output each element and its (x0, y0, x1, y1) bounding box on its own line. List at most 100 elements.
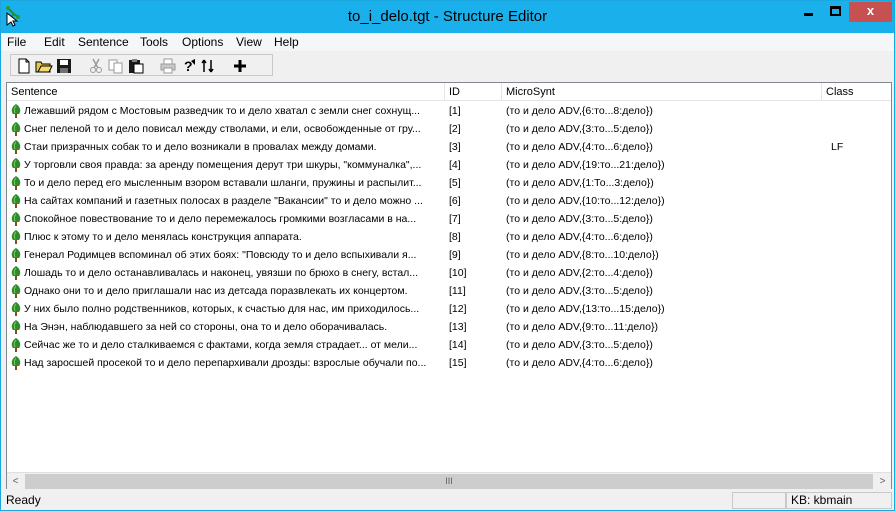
switch-icon[interactable] (199, 57, 217, 75)
table-row[interactable]: Однако они то и дело приглашали нас из д… (7, 282, 891, 300)
cell-id: [11] (449, 285, 466, 297)
window-title: to_i_delo.tgt - Structure Editor (347, 8, 548, 25)
table-row[interactable]: Стаи призрачных собак то и дело возникал… (7, 138, 891, 156)
cut-scissors-icon[interactable] (87, 57, 105, 75)
minimize-button[interactable] (795, 2, 822, 22)
cell-sentence: Над заросшей просекой то и дело перепарх… (24, 357, 427, 369)
tree-icon (10, 355, 22, 371)
column-header-microsynt[interactable]: MicroSynt (502, 83, 822, 101)
cell-sentence: Генерал Родимцев вспоминал об этих боях:… (24, 249, 417, 261)
status-text: Ready (6, 493, 41, 507)
toolbar-group: ? (10, 54, 273, 76)
tree-icon (10, 265, 22, 281)
maximize-icon (830, 6, 841, 16)
sentence-list-view[interactable]: Sentence ID MicroSynt Class Лежавший ряд… (6, 82, 892, 489)
add-plus-icon[interactable] (231, 57, 249, 75)
tree-icon (10, 121, 22, 137)
table-row[interactable]: У торговли своя правда: за аренду помеще… (7, 156, 891, 174)
cell-microsynt: (то и дело ADV,{3:то...5:дело}) (506, 123, 653, 135)
menu-help[interactable]: Help (274, 35, 299, 49)
cell-id: [7] (449, 213, 461, 225)
tree-icon (10, 283, 22, 299)
table-row[interactable]: Над заросшей просекой то и дело перепарх… (7, 354, 891, 372)
cell-microsynt: (то и дело ADV,{3:то...5:дело}) (506, 339, 653, 351)
cell-id: [14] (449, 339, 467, 351)
table-row[interactable]: У них было полно родственников, которых,… (7, 300, 891, 318)
cell-sentence: Однако они то и дело приглашали нас из д… (24, 285, 408, 297)
close-icon: x (866, 3, 875, 18)
cell-microsynt: (то и дело ADV,{4:то...6:дело}) (506, 231, 653, 243)
close-button[interactable]: x (849, 2, 892, 22)
cell-microsynt: (то и дело ADV,{8:то...10:дело}) (506, 249, 659, 261)
cell-sentence: Спокойное повествование то и дело переме… (24, 213, 417, 225)
status-pane-empty (732, 492, 786, 509)
table-row[interactable]: Плюс к этому то и дело менялась конструк… (7, 228, 891, 246)
copy-icon[interactable] (107, 57, 125, 75)
menu-options[interactable]: Options (182, 35, 223, 49)
cell-microsynt: (то и дело ADV,{4:то...6:дело}) (506, 141, 653, 153)
cell-id: [6] (449, 195, 461, 207)
cell-sentence: Плюс к этому то и дело менялась конструк… (24, 231, 302, 243)
cell-sentence: У торговли своя правда: за аренду помеще… (24, 159, 422, 171)
menu-file[interactable]: File (7, 35, 26, 49)
cell-sentence: На сайтах компаний и газетных полосах в … (24, 195, 423, 207)
tree-icon (10, 211, 22, 227)
table-row[interactable]: Лошадь то и дело останавливалась и након… (7, 264, 891, 282)
table-row[interactable]: То и дело перед его мысленным взором вст… (7, 174, 891, 192)
tree-icon (10, 193, 22, 209)
tree-icon (10, 247, 22, 263)
table-row[interactable]: Спокойное повествование то и дело переме… (7, 210, 891, 228)
status-bar: Ready KB: kbmain (1, 491, 894, 510)
cell-id: [3] (449, 141, 461, 153)
help-question-icon[interactable]: ? (179, 57, 197, 75)
cell-id: [12] (449, 303, 467, 315)
structure-editor-window: to_i_delo.tgt - Structure Editor x File … (0, 0, 895, 511)
save-disk-icon[interactable] (55, 57, 73, 75)
cell-microsynt: (то и дело ADV,{3:то...5:дело}) (506, 285, 653, 297)
cell-microsynt: (то и дело ADV,{3:то...5:дело}) (506, 213, 653, 225)
scroll-left-button[interactable]: < (7, 473, 24, 490)
cell-sentence: Лежавший рядом с Мостовым разведчик то и… (24, 105, 420, 117)
table-row[interactable]: Лежавший рядом с Мостовым разведчик то и… (7, 102, 891, 120)
table-row[interactable]: На сайтах компаний и газетных полосах в … (7, 192, 891, 210)
print-icon[interactable] (159, 57, 177, 75)
paste-icon[interactable] (127, 57, 145, 75)
cell-id: [2] (449, 123, 461, 135)
status-kb: KB: kbmain (791, 493, 853, 507)
menu-view[interactable]: View (236, 35, 262, 49)
menu-bar: File Edit Sentence Tools Options View He… (1, 33, 894, 51)
open-folder-icon[interactable] (35, 57, 53, 75)
cell-id: [9] (449, 249, 461, 261)
cell-microsynt: (то и дело ADV,{6:то...8:дело}) (506, 105, 653, 117)
column-header-class[interactable]: Class (822, 83, 891, 101)
cell-microsynt: (то и дело ADV,{4:то...6:дело}) (506, 357, 653, 369)
cell-sentence: Сейчас же то и дело сталкиваемся с факта… (24, 339, 418, 351)
cell-sentence: Стаи призрачных собак то и дело возникал… (24, 141, 377, 153)
title-bar[interactable]: to_i_delo.tgt - Structure Editor x (1, 1, 894, 33)
menu-sentence[interactable]: Sentence (78, 35, 129, 49)
horizontal-scrollbar[interactable]: < III > (7, 472, 891, 489)
column-header-sentence[interactable]: Sentence (7, 83, 445, 101)
table-row[interactable]: Снег пеленой то и дело повисал между ств… (7, 120, 891, 138)
cell-id: [1] (449, 105, 461, 117)
scroll-right-button[interactable]: > (874, 473, 891, 490)
column-header-id[interactable]: ID (445, 83, 502, 101)
table-row[interactable]: На Энэн, наблюдавшего за ней со стороны,… (7, 318, 891, 336)
cell-id: [13] (449, 321, 467, 333)
scroll-thumb[interactable]: III (25, 474, 873, 489)
tree-icon (10, 229, 22, 245)
tree-icon (10, 157, 22, 173)
new-document-icon[interactable] (15, 57, 33, 75)
menu-edit[interactable]: Edit (44, 35, 65, 49)
maximize-button[interactable] (822, 2, 849, 22)
cell-id: [8] (449, 231, 461, 243)
cell-sentence: То и дело перед его мысленным взором вст… (24, 177, 422, 189)
column-header-row: Sentence ID MicroSynt Class (7, 83, 891, 101)
tree-icon (10, 301, 22, 317)
tree-icon (10, 319, 22, 335)
menu-tools[interactable]: Tools (140, 35, 168, 49)
cell-sentence: Лошадь то и дело останавливалась и након… (24, 267, 419, 279)
table-row[interactable]: Сейчас же то и дело сталкиваемся с факта… (7, 336, 891, 354)
svg-text:?: ? (184, 58, 193, 74)
table-row[interactable]: Генерал Родимцев вспоминал об этих боях:… (7, 246, 891, 264)
